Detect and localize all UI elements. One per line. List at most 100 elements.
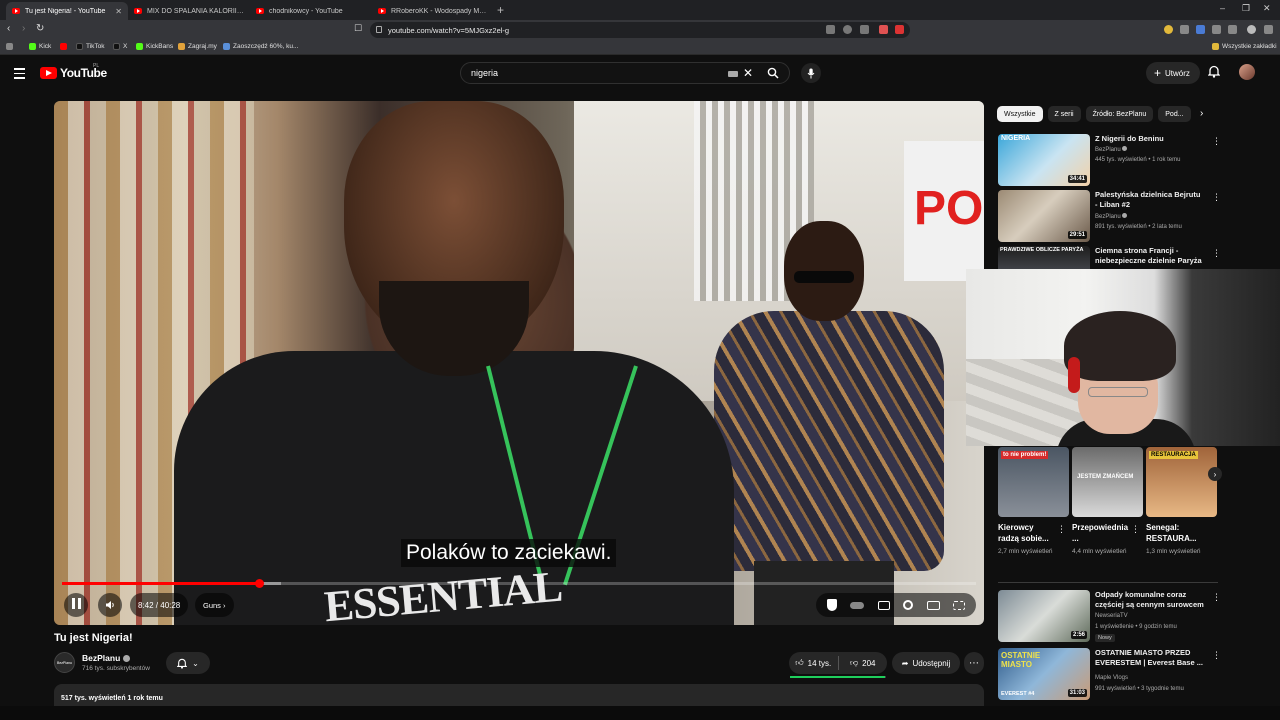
dislike-button[interactable]: 👎︎ 204 [839, 652, 888, 674]
video-thumbnail[interactable]: OSTATNIE MIASTO EVEREST #4 31:03 [998, 648, 1090, 700]
browser-tab-3[interactable]: chodnikowcy - YouTube [250, 2, 372, 20]
hamburger-menu-icon[interactable] [14, 68, 25, 82]
maximize-icon[interactable]: ❐ [1242, 3, 1250, 14]
recommendation-item[interactable]: NIGERIA 34:41 Z Nigerii do Beninu BezPla… [998, 134, 1224, 188]
recommendation-title[interactable]: Odpady komunalne coraz częściej są cenny… [1095, 590, 1205, 610]
short-item[interactable]: JESTEM ZMAŃCEM Przepowiednia ... 4,4 mln… [1072, 447, 1143, 556]
search-input[interactable]: nigeria [471, 68, 498, 78]
recommendation-title[interactable]: Z Nigerii do Beninu [1095, 134, 1205, 144]
chapter-button[interactable]: Guns › [195, 593, 234, 617]
browser-tab-4[interactable]: RRoberoKK - Wodospady Meliniary | Kick [372, 2, 494, 20]
forward-icon[interactable]: › [22, 23, 25, 34]
back-icon[interactable]: ‹ [7, 23, 10, 34]
video-thumbnail[interactable]: 2:56 [998, 590, 1090, 642]
bookmark-star-icon[interactable]: ☐ [354, 23, 362, 34]
browser-tab-1[interactable]: Tu jest Nigeria! - YouTube ✕ [6, 2, 128, 20]
more-vert-icon[interactable]: ⋮ [1057, 524, 1066, 535]
short-title[interactable]: Przepowiednia ... [1072, 522, 1128, 544]
scrubber-handle[interactable] [254, 579, 264, 588]
autoplay-toggle[interactable] [850, 601, 865, 609]
share-button[interactable]: ➦ Udostępnij [892, 652, 960, 674]
extension-icon[interactable] [1164, 25, 1173, 34]
extension-icon[interactable] [1196, 25, 1205, 34]
more-vert-icon[interactable]: ⋮ [1212, 650, 1221, 661]
short-thumbnail[interactable]: RESTAURACJA [1146, 447, 1217, 517]
keyboard-icon[interactable] [728, 71, 738, 77]
extension-icon[interactable] [1180, 25, 1189, 34]
extension-icon[interactable] [895, 25, 904, 34]
bookmark-x[interactable]: X [113, 43, 127, 50]
recommendation-item[interactable]: 2:56 Odpady komunalne coraz częściej są … [998, 590, 1224, 644]
recommendation-item[interactable]: OSTATNIE MIASTO EVEREST #4 31:03 OSTATNI… [998, 648, 1224, 702]
more-vert-icon[interactable]: ⋮ [1212, 136, 1221, 147]
bookmark-kick[interactable]: Kick [29, 43, 51, 50]
channel-avatar[interactable]: BezPlanu [54, 652, 75, 673]
close-window-icon[interactable]: ✕ [1263, 3, 1271, 14]
clear-search-icon[interactable]: ✕ [743, 66, 753, 80]
zoom-icon[interactable] [843, 25, 852, 34]
bookmark-youtube-icon[interactable] [60, 43, 67, 50]
theater-mode-icon[interactable] [926, 600, 940, 610]
menu-icon[interactable] [1264, 25, 1273, 34]
create-button[interactable]: + Utwórz [1146, 62, 1200, 84]
short-title[interactable]: Kierowcy radzą sobie... [998, 522, 1054, 544]
settings-gear-icon[interactable] [903, 600, 914, 610]
chip-series[interactable]: Z serii [1047, 106, 1081, 122]
extension-icon[interactable] [879, 25, 888, 34]
search-box[interactable]: nigeria ✕ [460, 62, 790, 84]
bookmark-discount[interactable]: Zaoszczędź 60%, ku... [223, 43, 298, 50]
short-thumbnail[interactable]: JESTEM ZMAŃCEM [1072, 447, 1143, 517]
bookmark-kickbans[interactable]: KickBans [136, 43, 173, 50]
youtube-logo[interactable]: YouTube PL [40, 63, 107, 80]
recommendation-title[interactable]: Ciemna strona Francji - niebezpieczne dz… [1095, 246, 1205, 266]
bookmark-tiktok[interactable]: TikTok [76, 43, 105, 50]
progress-bar[interactable] [62, 579, 976, 588]
video-thumbnail[interactable]: 29:51 [998, 190, 1090, 242]
more-vert-icon[interactable]: ⋮ [1212, 192, 1221, 203]
apps-grid-icon[interactable] [6, 43, 13, 50]
recommendation-title[interactable]: OSTATNIE MIASTO PRZED EVERESTEM | Everes… [1095, 648, 1205, 668]
subtitles-icon[interactable] [877, 600, 890, 610]
subscribed-notifications-button[interactable]: ⌄ [166, 652, 210, 674]
more-vert-icon[interactable]: ⋮ [1212, 248, 1221, 259]
shorts-next-button[interactable]: › [1208, 467, 1222, 481]
all-bookmarks[interactable]: Wszystkie zakładki [1212, 43, 1277, 50]
volume-button[interactable] [98, 593, 122, 617]
notifications-bell-icon[interactable] [1208, 65, 1220, 78]
extensions-puzzle-icon[interactable] [1212, 25, 1221, 34]
chips-next-icon[interactable]: › [1200, 108, 1203, 119]
new-tab-button[interactable]: + [497, 3, 504, 17]
fullscreen-icon[interactable] [953, 600, 966, 610]
short-item[interactable]: to nie problem! Kierowcy radzą sobie... … [998, 447, 1069, 556]
reload-icon[interactable]: ↻ [36, 23, 44, 34]
browser-tab-2[interactable]: MIX DO SPALANIA KALORII NA SIŁOWNI - You… [128, 2, 250, 20]
more-vert-icon[interactable]: ⋮ [1131, 524, 1140, 535]
like-button[interactable]: 👍︎ 14 tys. [789, 652, 838, 674]
pause-button[interactable] [64, 593, 88, 617]
video-thumbnail[interactable]: NIGERIA 34:41 [998, 134, 1090, 186]
short-thumbnail[interactable]: to nie problem! [998, 447, 1069, 517]
short-title[interactable]: Senegal: RESTAURA... [1146, 522, 1202, 544]
search-icon[interactable] [767, 67, 779, 79]
chip-all[interactable]: Wszystkie [997, 106, 1043, 122]
short-item[interactable]: RESTAURACJA Senegal: RESTAURA... 1,3 mln… [1146, 447, 1217, 556]
voice-search-button[interactable] [801, 63, 821, 83]
more-vert-icon[interactable]: ⋮ [1212, 592, 1221, 603]
chip-related[interactable]: Pod... [1158, 106, 1191, 122]
site-info-icon[interactable] [376, 26, 382, 33]
chip-source[interactable]: Źródło: BezPlanu [1085, 106, 1154, 122]
recommendation-title[interactable]: Palestyńska dzielnica Bejrutu - Liban #2 [1095, 190, 1205, 210]
account-avatar[interactable] [1239, 64, 1255, 80]
profile-icon[interactable] [1247, 25, 1256, 34]
video-thumbnail[interactable]: PRAWDZIWE OBLICZE PARYŻA [998, 246, 1090, 270]
more-actions-button[interactable]: ⋯ [964, 652, 984, 674]
bookmark-zagraj[interactable]: Zagraj.my [178, 43, 217, 50]
cast-icon[interactable] [826, 25, 835, 34]
sponsor-shield-icon[interactable] [826, 599, 837, 611]
recommendation-item[interactable]: 29:51 Palestyńska dzielnica Bejrutu - Li… [998, 190, 1224, 244]
video-player[interactable]: PO ESSENTIAL Polaków to zaciekawi. 8:42 … [54, 101, 984, 625]
share-page-icon[interactable] [860, 25, 869, 34]
channel-name-link[interactable]: BezPlanu [82, 653, 131, 663]
sidepanel-icon[interactable] [1228, 25, 1237, 34]
minimize-icon[interactable]: – [1220, 3, 1225, 13]
